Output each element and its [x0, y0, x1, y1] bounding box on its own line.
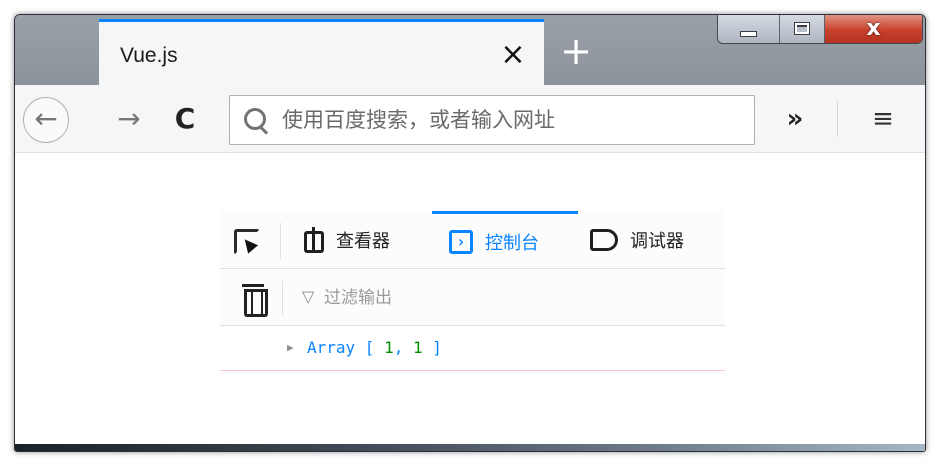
forward-button[interactable]: →	[111, 99, 147, 139]
url-bar[interactable]	[229, 95, 755, 145]
maximize-icon	[794, 22, 811, 35]
log-prefix: Array [	[307, 338, 385, 357]
toolbar-divider	[280, 223, 281, 259]
back-button[interactable]: ←	[23, 97, 69, 143]
tab-debugger-label: 调试器	[630, 231, 684, 252]
toolbar-divider	[837, 101, 838, 137]
log-separator: ,	[393, 338, 413, 357]
tab-debugger[interactable]: 调试器	[590, 211, 725, 269]
tab-inspector-label: 查看器	[336, 231, 390, 252]
filter-input[interactable]	[324, 283, 704, 313]
filter-icon: ▽	[302, 287, 315, 306]
log-message: Array [ 1, 1 ]	[307, 338, 442, 357]
log-number: 1	[384, 338, 394, 357]
tab-console-label: 控制台	[485, 232, 539, 254]
window-controls: x	[717, 15, 923, 44]
close-window-button[interactable]: x	[824, 15, 922, 43]
tab-console[interactable]: › 控制台	[432, 211, 578, 269]
page-content: 查看器 › 控制台 调试器 ▽ ▶ Array [ 1, 1 ]	[15, 153, 925, 446]
trash-icon[interactable]	[242, 283, 268, 317]
tab-strip: Vue.js × + x	[15, 15, 925, 85]
expand-twisty-icon[interactable]: ▶	[287, 341, 294, 354]
reload-button[interactable]: C	[167, 99, 203, 139]
minimize-button[interactable]	[718, 15, 781, 43]
minimize-icon	[740, 30, 758, 37]
overflow-button[interactable]: »	[775, 99, 815, 139]
debugger-icon	[590, 229, 618, 251]
tab-inspector[interactable]: 查看器	[300, 211, 430, 269]
log-number: 1	[412, 338, 423, 357]
element-picker-icon[interactable]	[232, 227, 262, 257]
devtools-toolbar: 查看器 › 控制台 调试器	[220, 211, 725, 269]
console-icon: ›	[449, 229, 473, 254]
tab-vuejs[interactable]: Vue.js ×	[99, 19, 544, 85]
new-tab-icon[interactable]: +	[556, 29, 596, 73]
search-icon	[242, 106, 270, 134]
url-input[interactable]	[282, 104, 742, 136]
inspector-icon	[300, 227, 324, 253]
menu-button[interactable]: ≡	[863, 99, 903, 139]
navigation-toolbar: ← → C » ≡	[15, 85, 925, 153]
devtools-panel: 查看器 › 控制台 调试器 ▽ ▶ Array [ 1, 1 ]	[220, 211, 725, 371]
tab-title: Vue.js	[120, 44, 178, 67]
console-log-entry[interactable]: ▶ Array [ 1, 1 ]	[220, 327, 725, 371]
browser-window: Vue.js × + x ← → C » ≡	[14, 14, 926, 452]
maximize-button[interactable]	[780, 15, 825, 43]
log-suffix: ]	[422, 338, 442, 357]
console-filter-bar: ▽	[220, 269, 725, 326]
close-icon: x	[866, 16, 881, 41]
tab-close-icon[interactable]: ×	[496, 35, 530, 75]
filter-divider	[282, 281, 283, 315]
